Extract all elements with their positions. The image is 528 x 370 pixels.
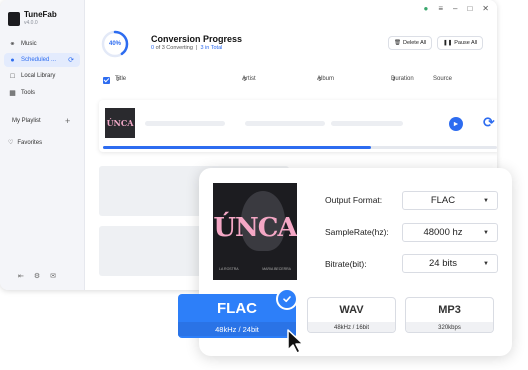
conversion-summary: 0 of 3 Converting | 3 in Total (151, 45, 223, 51)
my-playlist-heading: My Playlist (12, 118, 41, 124)
sidebar-item-local-library[interactable]: □ Local Library (4, 69, 80, 83)
column-duration[interactable]: Duration ⇕ (391, 76, 414, 83)
delete-all-label: Delete All (402, 40, 427, 46)
album-placeholder (331, 121, 403, 126)
track-thumbnail: ÚNCA (105, 108, 135, 138)
samplerate-select[interactable]: 48000 hz ▼ (402, 223, 498, 242)
folder-icon: □ (10, 72, 15, 80)
app-name: TuneFab (24, 10, 57, 19)
chevron-down-icon: ▼ (483, 260, 489, 267)
format-detail: 48kHz / 16bit (308, 322, 395, 332)
export-icon[interactable]: ⇤ (18, 272, 24, 280)
window-controls: ● ≡ – □ ✕ (423, 4, 489, 13)
bitrate-label: Bitrate(bit): (325, 259, 367, 269)
album-art: ÚNCA LA ROSTRA MARIA BECERRA (213, 183, 297, 280)
chevron-down-icon: ▼ (483, 197, 489, 204)
converting-text: of 3 Converting (155, 45, 193, 51)
minimize-icon[interactable]: – (453, 4, 457, 13)
format-name: WAV (339, 304, 364, 316)
bitrate-value: 24 bits (429, 258, 457, 269)
pause-all-button[interactable]: ❚❚ Pause All (437, 36, 484, 50)
column-title[interactable]: Title ⇕ (115, 76, 126, 83)
samplerate-value: 48000 hz (423, 227, 463, 238)
format-name: MP3 (438, 304, 461, 316)
row-progress-fill (103, 146, 371, 149)
progress-percent: 40% (108, 41, 121, 47)
maximize-icon[interactable]: □ (467, 4, 472, 13)
column-source: Source (433, 76, 453, 82)
converting-count: 0 (151, 45, 155, 51)
add-playlist-icon[interactable]: + (65, 116, 70, 126)
sidebar-item-label: Tools (21, 90, 36, 96)
app-logo: TuneFab v4.0.0 (8, 10, 57, 27)
sidebar-item-label: Local Library (21, 73, 56, 79)
column-album[interactable]: Album ⇕ (317, 76, 334, 83)
album-art-title: ÚNCA (213, 213, 297, 243)
play-button[interactable]: ► (449, 117, 463, 131)
output-format-select[interactable]: FLAC ▼ (402, 191, 498, 210)
heart-icon: ♡ (8, 140, 14, 146)
close-icon[interactable]: ✕ (482, 4, 489, 13)
sidebar-item-favorites[interactable]: ♡ Favorites (8, 139, 43, 147)
mail-icon[interactable]: ✉ (50, 272, 56, 280)
column-duration-label: Duration (391, 76, 414, 82)
sidebar-item-label: Favorites (17, 139, 43, 146)
column-artist-label: Artist (242, 76, 256, 82)
sidebar-item-music[interactable]: ⚭ Music (4, 37, 80, 51)
app-version: v4.0.0 (24, 20, 38, 26)
chevron-down-icon: ▼ (483, 229, 489, 236)
delete-all-button[interactable]: 🗑 Delete All (388, 36, 433, 50)
row-progress-bar (103, 146, 497, 149)
format-detail: 48kHz / 24bit (178, 322, 296, 336)
menu-icon[interactable]: ≡ (438, 4, 443, 13)
selected-check-icon (276, 288, 298, 310)
total-text: 3 in Total (200, 45, 223, 51)
theme-icon[interactable]: ● (423, 4, 428, 13)
settings-icon[interactable]: ⚙ (34, 272, 40, 280)
sidebar-footer: ⇤ ⚙ ✉ (18, 272, 56, 280)
headphones-icon: ⚭ (9, 41, 16, 48)
album-art-caption-left: LA ROSTRA (219, 267, 239, 271)
format-detail: 320kbps (406, 322, 493, 332)
sidebar: TuneFab v4.0.0 ⚭ Music ● Scheduled ... ⟳… (0, 0, 85, 290)
output-settings-card: ÚNCA LA ROSTRA MARIA BECERRA Output Form… (178, 168, 512, 356)
pause-icon: ❚❚ (443, 40, 453, 46)
column-album-label: Album (317, 76, 335, 82)
pause-all-label: Pause All (454, 40, 478, 46)
tunefab-logo-icon (8, 12, 20, 26)
clock-icon: ● (10, 56, 15, 64)
play-icon: ► (452, 120, 460, 128)
artist-placeholder (245, 121, 325, 126)
samplerate-label: SampleRate(hz): (325, 227, 389, 237)
format-option-mp3[interactable]: MP3 320kbps (405, 297, 494, 333)
grid-icon: ▦ (9, 90, 16, 97)
output-format-value: FLAC (430, 195, 456, 206)
column-title-label: Title (115, 76, 127, 82)
page-title: Conversion Progress (151, 34, 243, 44)
syncing-icon: ⟳ (68, 57, 74, 64)
title-placeholder (145, 121, 225, 126)
table-header: Title ⇕ Artist ⇕ Album ⇕ Duration ⇕ Sour… (103, 76, 483, 86)
refresh-icon[interactable]: ⟳ (483, 114, 495, 131)
bitrate-select[interactable]: 24 bits ▼ (402, 254, 498, 273)
sidebar-item-scheduled[interactable]: ● Scheduled ... ⟳ (4, 53, 80, 67)
trash-icon: 🗑 (394, 40, 401, 46)
album-art-caption-right: MARIA BECERRA (262, 267, 291, 271)
column-artist[interactable]: Artist ⇕ (242, 76, 256, 83)
mouse-cursor-icon (287, 329, 304, 354)
sidebar-item-tools[interactable]: ▦ Tools (4, 86, 80, 100)
output-format-label: Output Format: (325, 195, 383, 205)
format-option-wav[interactable]: WAV 48kHz / 16bit (307, 297, 396, 333)
table-row[interactable]: ÚNCA ► ⟳ (99, 100, 497, 152)
sidebar-item-label: Music (21, 41, 37, 47)
sidebar-item-label: Scheduled ... (21, 57, 57, 63)
